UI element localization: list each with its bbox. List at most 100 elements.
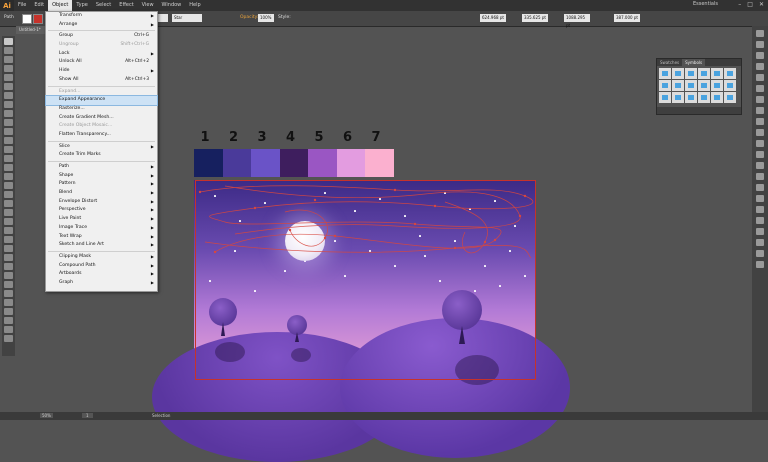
tool-icon[interactable]: [4, 47, 13, 54]
panel-icon[interactable]: [756, 96, 764, 103]
symbol-thumbnail[interactable]: [698, 92, 710, 103]
symbol-thumbnail[interactable]: [724, 68, 736, 79]
menu-item-rasterize[interactable]: Rasterize...: [46, 105, 157, 114]
menu-item-flatten-transparency[interactable]: Flatten Transparency...: [46, 131, 157, 140]
tree-left[interactable]: [209, 298, 237, 336]
tool-icon[interactable]: [4, 245, 13, 252]
menu-item-arrange[interactable]: Arrange ▶: [46, 21, 157, 30]
palette-swatch-2[interactable]: [222, 149, 251, 177]
symbol-thumbnail[interactable]: [698, 68, 710, 79]
symbol-thumbnail[interactable]: [672, 80, 684, 91]
menu-window[interactable]: Window: [158, 0, 186, 11]
tool-icon[interactable]: [4, 164, 13, 171]
moon[interactable]: [285, 221, 325, 261]
tool-icon[interactable]: [4, 119, 13, 126]
x-field[interactable]: 624.968 pt: [480, 14, 506, 22]
panel-icon[interactable]: [756, 52, 764, 59]
menu-item-clipping-mask[interactable]: Clipping Mask ▶: [46, 253, 157, 262]
opacity-label[interactable]: Opacity:: [240, 15, 259, 20]
tab-symbols[interactable]: Symbols: [682, 59, 706, 66]
width-field[interactable]: 1088.295 pt: [564, 14, 590, 28]
tool-icon[interactable]: [4, 200, 13, 207]
menu-file[interactable]: File: [14, 0, 30, 11]
tool-icon[interactable]: [4, 191, 13, 198]
tool-icon[interactable]: [4, 83, 13, 90]
symbol-thumbnail[interactable]: [724, 80, 736, 91]
symbol-thumbnail[interactable]: [711, 80, 723, 91]
tool-icon[interactable]: [4, 326, 13, 333]
menu-item-path[interactable]: Path ▶: [46, 163, 157, 172]
menu-effect[interactable]: Effect: [115, 0, 137, 11]
menu-item-text-wrap[interactable]: Text Wrap ▶: [46, 233, 157, 242]
palette-swatch-1[interactable]: [194, 149, 223, 177]
menu-type[interactable]: Type: [72, 0, 91, 11]
menu-item-graph[interactable]: Graph ▶: [46, 279, 157, 288]
tool-icon[interactable]: [4, 335, 13, 342]
zoom-field[interactable]: 50%: [40, 413, 53, 418]
tree-middle[interactable]: [287, 315, 307, 342]
panel-icon[interactable]: [756, 261, 764, 268]
panel-icon[interactable]: [756, 217, 764, 224]
workspace-switcher[interactable]: Essentials: [693, 1, 718, 7]
symbol-thumbnail[interactable]: [711, 92, 723, 103]
panel-icon[interactable]: [756, 173, 764, 180]
tool-icon[interactable]: [4, 272, 13, 279]
menu-select[interactable]: Select: [92, 0, 115, 11]
tool-icon[interactable]: [4, 209, 13, 216]
menu-item-shape[interactable]: Shape ▶: [46, 172, 157, 181]
tool-icon[interactable]: [4, 56, 13, 63]
menu-object[interactable]: Object: [48, 0, 73, 11]
menu-item-transform[interactable]: Transform ▶: [46, 12, 157, 21]
panel-icon[interactable]: [756, 140, 764, 147]
menu-item-compound-path[interactable]: Compound Path ▶: [46, 262, 157, 271]
panel-icon[interactable]: [756, 107, 764, 114]
opacity-field[interactable]: 100%: [258, 14, 274, 22]
menu-item-image-trace[interactable]: Image Trace ▶: [46, 224, 157, 233]
fill-swatch[interactable]: [22, 14, 32, 24]
tool-icon[interactable]: [4, 155, 13, 162]
menu-item-pattern[interactable]: Pattern ▶: [46, 180, 157, 189]
symbol-thumbnail[interactable]: [685, 92, 697, 103]
tool-icon[interactable]: [4, 236, 13, 243]
tool-icon[interactable]: [4, 110, 13, 117]
tool-icon[interactable]: [4, 227, 13, 234]
height-field[interactable]: 387.000 pt: [614, 14, 640, 22]
tool-icon[interactable]: [4, 38, 13, 45]
tool-icon[interactable]: [4, 146, 13, 153]
y-field[interactable]: 335.625 pt: [522, 14, 548, 22]
palette-swatch-3[interactable]: [251, 149, 280, 177]
menu-item-blend[interactable]: Blend ▶: [46, 189, 157, 198]
menu-item-expand-appearance[interactable]: Expand Appearance: [45, 95, 158, 106]
panel-icon[interactable]: [756, 85, 764, 92]
menu-item-create-gradient-mesh[interactable]: Create Gradient Mesh...: [46, 114, 157, 123]
symbol-thumbnail[interactable]: [672, 68, 684, 79]
menu-item-create-trim-marks[interactable]: Create Trim Marks: [46, 151, 157, 160]
menu-item-show-all[interactable]: Show All Alt+Ctrl+3: [46, 76, 157, 85]
symbol-thumbnail[interactable]: [672, 92, 684, 103]
tool-icon[interactable]: [4, 317, 13, 324]
panel-icon[interactable]: [756, 195, 764, 202]
symbol-thumbnail[interactable]: [659, 68, 671, 79]
menu-view[interactable]: View: [138, 0, 158, 11]
tool-icon[interactable]: [4, 308, 13, 315]
panel-icon[interactable]: [756, 162, 764, 169]
tool-icon[interactable]: [4, 92, 13, 99]
tool-icon[interactable]: [4, 74, 13, 81]
artboard-number-field[interactable]: 1: [82, 413, 93, 418]
menu-item-sketch-and-line-art[interactable]: Sketch and Line Art ▶: [46, 241, 157, 250]
panel-icon[interactable]: [756, 228, 764, 235]
panel-icon[interactable]: [756, 41, 764, 48]
tool-icon[interactable]: [4, 101, 13, 108]
tool-icon[interactable]: [4, 299, 13, 306]
menu-item-artboards[interactable]: Artboards ▶: [46, 270, 157, 279]
tree-right[interactable]: [442, 290, 482, 344]
panel-icon[interactable]: [756, 129, 764, 136]
menu-item-unlock-all[interactable]: Unlock All Alt+Ctrl+2: [46, 58, 157, 67]
menu-item-hide[interactable]: Hide ▶: [46, 67, 157, 76]
menu-item-live-paint[interactable]: Live Paint ▶: [46, 215, 157, 224]
tool-icon[interactable]: [4, 281, 13, 288]
palette-swatch-5[interactable]: [308, 149, 337, 177]
symbol-thumbnail[interactable]: [711, 68, 723, 79]
symbol-thumbnail[interactable]: [685, 80, 697, 91]
menu-item-envelope-distort[interactable]: Envelope Distort ▶: [46, 198, 157, 207]
